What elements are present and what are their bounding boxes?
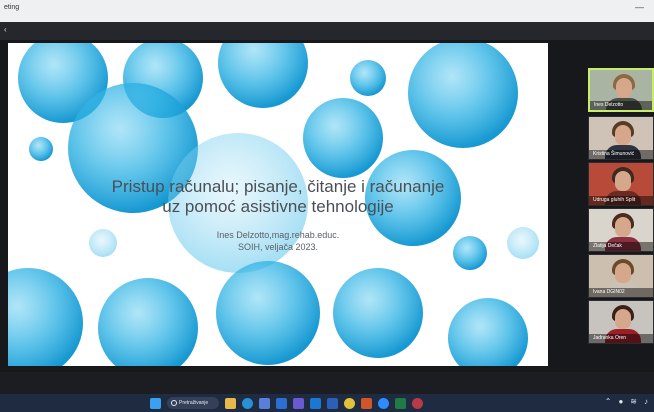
bubble: [303, 98, 383, 178]
bubble: [507, 227, 539, 259]
participant-tile[interactable]: Ines Delzotto: [588, 68, 654, 112]
window-title: eting: [4, 4, 20, 11]
bubble: [448, 298, 528, 366]
outlook-icon[interactable]: [310, 397, 321, 409]
participant-avatar: [615, 309, 631, 329]
store-icon[interactable]: [259, 397, 270, 409]
taskbar-search[interactable]: Pretraživanje: [167, 397, 219, 409]
teams-icon[interactable]: [293, 397, 304, 409]
back-icon[interactable]: ‹: [4, 25, 7, 34]
bubble: [218, 43, 308, 108]
participant-avatar: [615, 263, 631, 283]
participant-name: Ivana DGIN02: [589, 288, 653, 297]
slide-org-date: SOIH, veljača 2023.: [237, 242, 319, 252]
participant-tile[interactable]: Udruga gluhih Split: [588, 162, 654, 206]
powerpoint-icon[interactable]: [361, 397, 372, 409]
participant-avatar: [615, 171, 631, 191]
taskbar-apps: Pretraživanje: [150, 397, 423, 409]
participant-avatar: [615, 217, 631, 237]
file-explorer-icon[interactable]: [225, 397, 236, 409]
slide-title: Pristup računalu; pisanje, čitanje i rač…: [48, 177, 508, 217]
windows-start-icon[interactable]: [150, 397, 161, 409]
participant-tile[interactable]: Kristina Šimunović: [588, 116, 654, 160]
participant-avatar: [615, 125, 631, 145]
wifi-icon[interactable]: ≋: [630, 397, 637, 406]
windows-taskbar: Pretraživanje ⌃ ● ≋ ♪: [0, 394, 654, 412]
slide-title-line-2: uz pomoć asistivne tehnologije: [162, 197, 394, 216]
slide-author: Ines Delzotto,mag.rehab.educ.: [216, 230, 340, 240]
bubble: [216, 261, 320, 365]
slide-title-line-1: Pristup računalu; pisanje, čitanje i rač…: [111, 177, 445, 196]
mic-icon[interactable]: ●: [618, 397, 623, 406]
presentation-slide: Pristup računalu; pisanje, čitanje i rač…: [8, 43, 548, 366]
bubble: [89, 229, 117, 257]
participant-avatar: [616, 78, 632, 98]
excel-icon[interactable]: [395, 397, 406, 409]
bubble: [333, 268, 423, 358]
search-label: Pretraživanje: [179, 400, 209, 406]
bubble: [453, 236, 487, 270]
speaker-icon[interactable]: ♪: [644, 397, 648, 406]
bubble: [408, 43, 518, 148]
mail-icon[interactable]: [276, 397, 287, 409]
chevron-up-icon[interactable]: ⌃: [605, 397, 612, 406]
system-tray: ⌃ ● ≋ ♪: [605, 397, 648, 406]
settings-icon[interactable]: [412, 397, 423, 409]
participant-name: Ines Delzotto: [590, 101, 652, 110]
zoom-icon[interactable]: [378, 397, 389, 409]
participant-tile[interactable]: Jadranka Oren: [588, 300, 654, 344]
participant-name: Jadranka Oren: [589, 334, 653, 343]
meeting-controls-area: [0, 372, 654, 394]
participant-name: Udruga gluhih Split: [589, 196, 653, 205]
bubble: [350, 60, 386, 96]
minimize-button[interactable]: —: [635, 2, 644, 12]
bubble: [8, 268, 83, 366]
slide-subtitle: Ines Delzotto,mag.rehab.educ. SOIH, velj…: [128, 229, 428, 253]
bubble: [29, 137, 53, 161]
chrome-icon[interactable]: [344, 397, 355, 409]
bubble: [98, 278, 198, 366]
participant-tile[interactable]: Zlatija Dečak: [588, 208, 654, 252]
participant-tile[interactable]: Ivana DGIN02: [588, 254, 654, 298]
participant-name: Zlatija Dečak: [589, 242, 653, 251]
meeting-toolbar: ‹: [0, 22, 654, 40]
title-bar: eting —: [0, 0, 654, 22]
edge-icon[interactable]: [242, 397, 253, 409]
video-call-window: eting — ‹ Pristup računalu; pisanje, čit…: [0, 0, 654, 412]
participant-name: Kristina Šimunović: [589, 150, 653, 159]
word-icon[interactable]: [327, 397, 338, 409]
